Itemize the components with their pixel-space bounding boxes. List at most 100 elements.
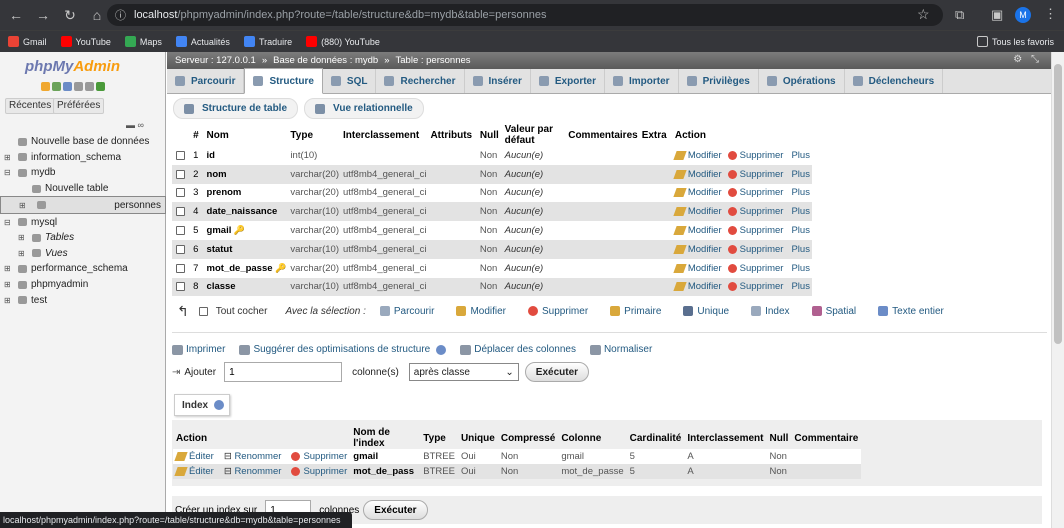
more-link[interactable]: Plus — [791, 263, 809, 274]
column-name-text[interactable]: nom — [207, 169, 227, 180]
home-icon[interactable] — [41, 82, 50, 91]
expand-icon[interactable]: ⊞ — [4, 264, 11, 273]
row-checkbox[interactable] — [176, 282, 185, 292]
subtab-1[interactable]: Vue relationnelle — [304, 98, 424, 119]
delete-link[interactable]: Supprimer — [727, 206, 783, 217]
tree-item[interactable]: ⊞ personnes — [0, 196, 166, 215]
home-icon[interactable]: ⌂ — [86, 4, 108, 26]
tab-4[interactable]: Insérer — [465, 69, 531, 93]
row-checkbox[interactable] — [176, 169, 185, 179]
maximize-icon[interactable]: ⤡ — [1031, 54, 1039, 65]
bookmark-2[interactable]: Maps — [124, 36, 162, 47]
tab-2[interactable]: SQL — [323, 69, 377, 93]
modify-link[interactable]: Modifier — [673, 225, 722, 236]
column-name-text[interactable]: id — [207, 150, 215, 161]
tree-item[interactable]: Nouvelle base de données — [0, 134, 166, 150]
row-checkbox[interactable] — [176, 263, 185, 273]
expand-icon[interactable]: ⊞ — [19, 201, 26, 210]
tab-8[interactable]: Opérations — [759, 69, 845, 93]
more-link[interactable]: Plus — [791, 150, 809, 161]
more-link[interactable]: Plus — [791, 187, 809, 198]
tab-0[interactable]: Parcourir — [167, 69, 245, 93]
docs-icon[interactable] — [74, 82, 83, 91]
bookmark-3[interactable]: Actualités — [175, 36, 230, 47]
phpmyadmin-logo[interactable]: phpMyAdmin — [25, 58, 120, 75]
reload-icon[interactable] — [96, 82, 105, 91]
tab-1[interactable]: Structure — [244, 68, 323, 94]
bookmark-1[interactable]: YouTube — [60, 36, 111, 47]
row-checkbox[interactable] — [176, 244, 185, 254]
expand-icon[interactable]: ⊞ — [4, 296, 11, 305]
delete-link[interactable]: Supprimer — [727, 225, 783, 236]
modify-link[interactable]: Modifier — [673, 187, 722, 198]
address-bar[interactable]: ⓘ localhost/phpmyadmin/index.php?route=/… — [107, 4, 943, 26]
modify-link[interactable]: Modifier — [673, 150, 722, 161]
logout-icon[interactable] — [52, 82, 61, 91]
bookmark-star-icon[interactable]: ☆ — [917, 6, 930, 23]
browser-menu-icon[interactable]: ⋮ — [1044, 6, 1057, 22]
index-section-title[interactable]: Index — [174, 394, 230, 416]
breadcrumb-database[interactable]: Base de données : mydb — [273, 55, 378, 66]
create-index-execute-button[interactable]: Exécuter — [363, 500, 428, 520]
collapse-icon[interactable]: ⊟ — [4, 168, 11, 177]
tool-link-2[interactable]: Déplacer des colonnes — [460, 344, 576, 355]
selection-action-6[interactable]: Spatial — [811, 306, 856, 317]
tab-recent[interactable]: Récentes — [5, 98, 56, 114]
tree-item[interactable]: ⊞ performance_schema — [0, 261, 166, 277]
site-info-icon[interactable]: ⓘ — [115, 7, 126, 23]
page-scrollbar[interactable] — [1051, 52, 1064, 528]
scrollbar-thumb[interactable] — [1054, 64, 1062, 344]
column-count-input[interactable] — [224, 362, 343, 382]
delete-link[interactable]: Supprimer — [727, 187, 783, 198]
delete-index-link[interactable]: Supprimer — [291, 466, 347, 477]
tree-item[interactable]: ⊞ Vues — [0, 246, 166, 262]
edit-index-link[interactable]: Éditer — [174, 466, 214, 477]
row-checkbox[interactable] — [176, 188, 185, 198]
help-icon[interactable] — [214, 400, 225, 410]
tree-item[interactable]: ⊞ information_schema — [0, 150, 166, 166]
column-name-text[interactable]: prenom — [207, 187, 242, 198]
bookmark-0[interactable]: Gmail — [8, 36, 47, 47]
selection-action-0[interactable]: Parcourir — [379, 306, 434, 317]
modify-link[interactable]: Modifier — [673, 169, 722, 180]
tree-item[interactable]: ⊟ mysql — [0, 214, 166, 230]
subtab-0[interactable]: Structure de table — [173, 98, 299, 119]
more-link[interactable]: Plus — [791, 169, 809, 180]
tab-9[interactable]: Déclencheurs — [845, 69, 944, 93]
tab-7[interactable]: Privilèges — [679, 69, 759, 93]
column-position-select[interactable]: après classe ⌄ — [408, 363, 519, 381]
tab-3[interactable]: Rechercher — [376, 69, 465, 93]
delete-index-link[interactable]: Supprimer — [291, 451, 347, 462]
more-link[interactable]: Plus — [791, 244, 809, 255]
settings-icon[interactable] — [85, 82, 94, 91]
gear-icon[interactable]: ⚙ — [1013, 54, 1022, 65]
tree-item[interactable]: ⊞ test — [0, 292, 166, 308]
delete-link[interactable]: Supprimer — [727, 263, 783, 274]
forward-icon[interactable]: → — [32, 4, 54, 26]
selection-action-7[interactable]: Texte entier — [878, 306, 944, 317]
extensions-icon[interactable]: ⧉ — [955, 7, 964, 23]
edit-index-link[interactable]: Éditer — [174, 451, 214, 462]
row-checkbox[interactable] — [176, 226, 185, 236]
modify-link[interactable]: Modifier — [673, 206, 722, 217]
all-bookmarks[interactable]: Tous les favoris — [976, 36, 1054, 47]
selection-action-2[interactable]: Supprimer — [528, 306, 588, 317]
delete-link[interactable]: Supprimer — [727, 169, 783, 180]
column-name-text[interactable]: gmail — [207, 225, 232, 236]
execute-button[interactable]: Exécuter — [524, 362, 590, 382]
tool-link-0[interactable]: Imprimer — [172, 344, 225, 355]
modify-link[interactable]: Modifier — [673, 244, 722, 255]
help-icon[interactable] — [436, 344, 447, 355]
side-panel-icon[interactable]: ▣ — [991, 7, 1003, 23]
rename-index-link[interactable]: ⊟ Renommer — [224, 451, 282, 462]
breadcrumb-server[interactable]: Serveur : 127.0.0.1 — [175, 55, 256, 66]
bookmark-4[interactable]: Traduire — [243, 36, 292, 47]
tree-item[interactable]: Nouvelle table — [0, 181, 166, 197]
expand-icon[interactable]: ⊞ — [4, 153, 11, 162]
tree-item[interactable]: ⊞ Tables — [0, 230, 166, 246]
delete-link[interactable]: Supprimer — [727, 150, 783, 161]
rename-index-link[interactable]: ⊟ Renommer — [224, 466, 282, 477]
tree-item[interactable]: ⊞ phpmyadmin — [0, 277, 166, 293]
back-icon[interactable]: ← — [5, 4, 27, 26]
more-link[interactable]: Plus — [791, 225, 809, 236]
